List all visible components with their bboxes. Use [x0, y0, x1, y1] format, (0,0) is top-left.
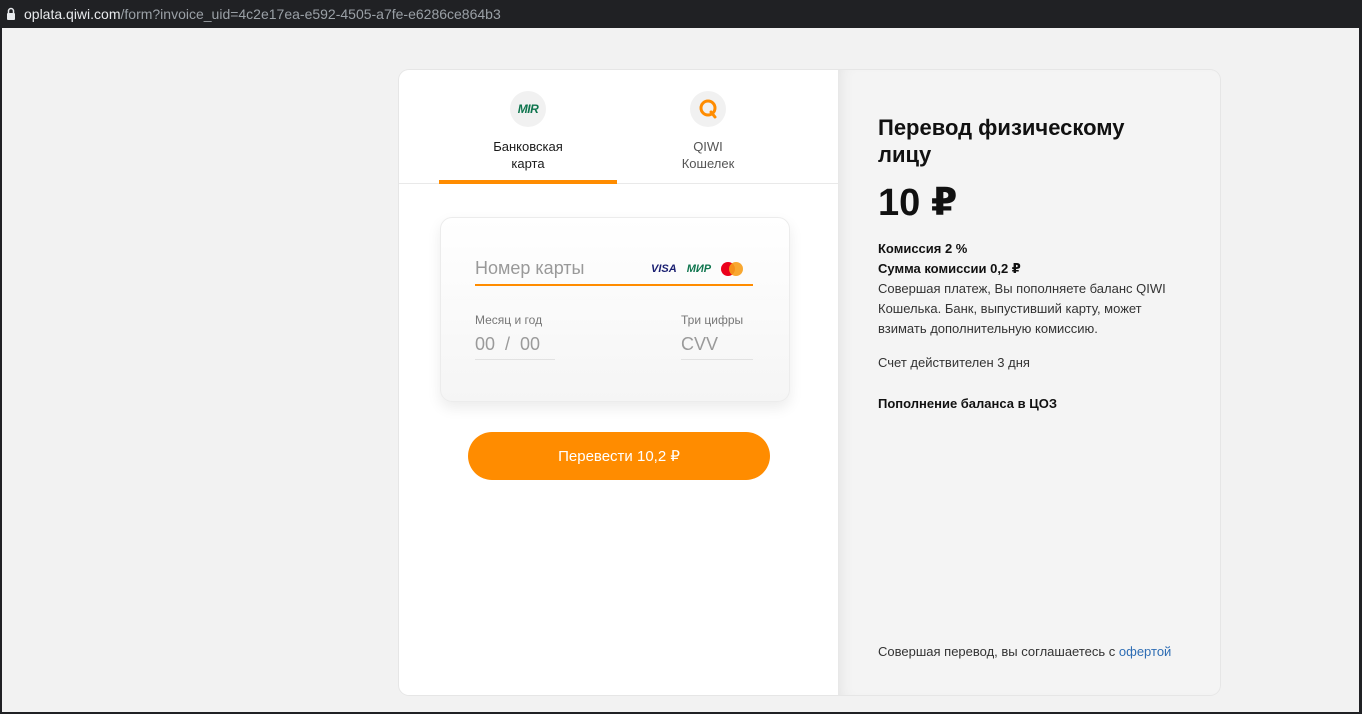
payment-form-panel: MIR Банковская карта QIWI Кошелек VISA М…	[399, 70, 838, 695]
offer-link[interactable]: офертой	[1119, 644, 1171, 659]
commission-info: Комиссия 2 % Сумма комиссии 0,2 ₽	[878, 239, 1180, 279]
tab-qiwi-wallet-label: QIWI Кошелек	[681, 139, 735, 171]
payment-summary-panel: Перевод физическому лицу 10 ₽ Комиссия 2…	[838, 70, 1220, 695]
payment-title: Перевод физическому лицу	[878, 115, 1125, 167]
url-path: /form?invoice_uid=4c2e17ea-e592-4505-a7f…	[120, 6, 501, 22]
mir-logo-small: МИР	[686, 263, 712, 275]
url-host: oplata.qiwi.com	[24, 6, 121, 22]
invoice-validity: Счет действителен 3 дня	[878, 355, 1030, 370]
card-brands: VISA МИР	[651, 262, 744, 276]
url-text[interactable]: oplata.qiwi.com/form?invoice_uid=4c2e17e…	[24, 6, 501, 22]
lock-icon	[6, 7, 16, 21]
pay-button[interactable]: Перевести 10,2 ₽	[468, 432, 770, 480]
browser-address-bar[interactable]: oplata.qiwi.com/form?invoice_uid=4c2e17e…	[0, 0, 1362, 28]
tab-qiwi-wallet[interactable]: QIWI Кошелек	[619, 70, 797, 184]
card-details-form: VISA МИР Месяц и год Три цифры	[440, 217, 790, 402]
replenish-note: Пополнение баланса в ЦОЗ	[878, 396, 1057, 411]
cvv-input[interactable]	[681, 330, 753, 360]
agreement-text: Совершая перевод, вы соглашаетесь с офер…	[878, 644, 1171, 659]
payment-description: Совершая платеж, Вы пополняете баланс QI…	[878, 281, 1166, 336]
tab-bank-card[interactable]: MIR Банковская карта	[439, 70, 617, 184]
active-tab-indicator	[439, 180, 617, 184]
tab-bank-card-label: Банковская карта	[493, 139, 563, 171]
expiry-label: Месяц и год	[475, 313, 543, 327]
payment-method-tabs: MIR Банковская карта QIWI Кошелек	[399, 70, 838, 184]
payment-amount: 10 ₽	[878, 182, 958, 224]
commission-sum: Сумма комиссии 0,2 ₽	[878, 261, 1021, 276]
qiwi-icon	[690, 91, 726, 127]
visa-logo: VISA	[651, 263, 677, 275]
expiry-input[interactable]	[475, 330, 555, 360]
mastercard-icon	[721, 262, 744, 276]
cvv-label: Три цифры	[681, 313, 744, 327]
mir-logo: MIR	[517, 102, 539, 116]
mir-icon: MIR	[510, 91, 546, 127]
page-viewport: MIR Банковская карта QIWI Кошелек VISA М…	[2, 28, 1359, 712]
commission-rate: Комиссия 2 %	[878, 241, 968, 256]
agreement-label: Совершая перевод, вы соглашаетесь с	[878, 644, 1119, 659]
payment-card: MIR Банковская карта QIWI Кошелек VISA М…	[399, 70, 1220, 695]
